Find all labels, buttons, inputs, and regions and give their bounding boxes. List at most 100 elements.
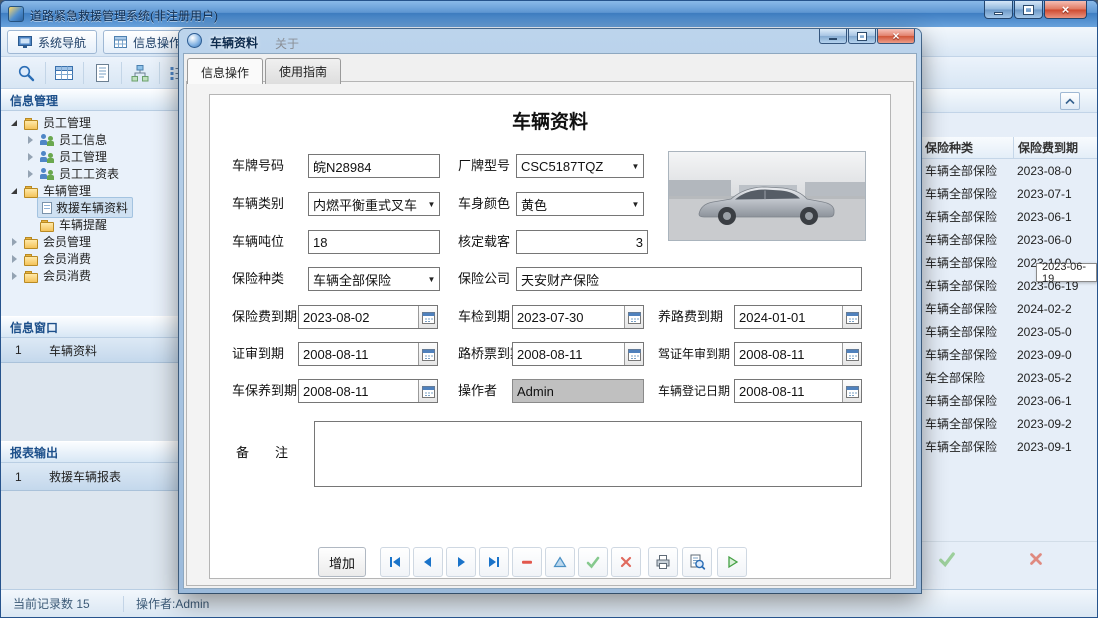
first-record-button[interactable] xyxy=(380,547,410,577)
minimize-button[interactable] xyxy=(984,1,1013,19)
next-record-button[interactable] xyxy=(446,547,476,577)
edit-record-button[interactable] xyxy=(545,547,575,577)
insurance-due-field[interactable] xyxy=(298,305,438,329)
cancel-button[interactable] xyxy=(611,547,641,577)
search-button[interactable] xyxy=(11,60,41,86)
close-button[interactable]: × xyxy=(1044,1,1087,19)
sidebar-section-info-header[interactable]: 信息管理 xyxy=(1,89,188,111)
calendar-icon[interactable] xyxy=(418,380,437,402)
tree-expander-icon[interactable] xyxy=(7,184,21,198)
remarks-textarea[interactable] xyxy=(314,421,862,487)
table-row[interactable]: 车辆全部保险2023-09-0 xyxy=(921,343,1098,366)
org-chart-button[interactable] xyxy=(125,60,155,86)
maximize-button[interactable] xyxy=(1014,1,1043,19)
tree-expander-icon[interactable] xyxy=(23,167,37,181)
last-record-button[interactable] xyxy=(479,547,509,577)
table-row[interactable]: 车辆全部保险2023-05-0 xyxy=(921,320,1098,343)
passengers-input[interactable] xyxy=(516,230,648,254)
run-button[interactable] xyxy=(717,547,747,577)
category-combo[interactable]: 内燃平衡重式叉车 ▼ xyxy=(308,192,440,216)
form-title: 车辆资料 xyxy=(210,107,890,134)
tree-expander-icon[interactable] xyxy=(7,252,21,266)
calendar-icon[interactable] xyxy=(418,343,437,365)
cert-due-input[interactable] xyxy=(299,347,418,362)
add-button[interactable]: 增加 xyxy=(318,547,366,577)
tree-item[interactable]: 会员消费 xyxy=(1,267,188,284)
plate-input[interactable] xyxy=(308,154,440,178)
vehicle-form: 车辆资料 车牌号码 厂牌型号 CSC5187TQZ ▼ xyxy=(209,94,891,579)
calendar-icon[interactable] xyxy=(624,343,643,365)
tonnage-input[interactable] xyxy=(308,230,440,254)
calendar-icon[interactable] xyxy=(842,306,861,328)
insurance-due-input[interactable] xyxy=(299,310,418,325)
insurance-company-input[interactable] xyxy=(516,267,862,291)
bridge-due-input[interactable] xyxy=(513,347,624,362)
chevron-down-icon[interactable]: ▼ xyxy=(628,200,643,209)
register-date-input[interactable] xyxy=(735,384,842,399)
calendar-icon[interactable] xyxy=(418,306,437,328)
model-combo[interactable]: CSC5187TQZ ▼ xyxy=(516,154,644,178)
insurance-type-combo[interactable]: 车辆全部保险 ▼ xyxy=(308,267,440,291)
tree-item-content[interactable]: 会员消费 xyxy=(21,265,96,286)
table-row[interactable]: 车辆全部保险2024-02-2 xyxy=(921,297,1098,320)
dialog-minimize-button[interactable] xyxy=(819,29,847,44)
cancel-button[interactable] xyxy=(1027,550,1045,571)
calendar-icon[interactable] xyxy=(842,343,861,365)
tree-expander-icon[interactable] xyxy=(23,150,37,164)
tab-info-operation[interactable]: 信息操作 xyxy=(187,58,263,84)
section-title: 报表输出 xyxy=(10,444,58,461)
table-row[interactable]: 车辆全部保险2023-06-1 xyxy=(921,389,1098,412)
maintain-due-input[interactable] xyxy=(299,384,418,399)
chevron-down-icon[interactable]: ▼ xyxy=(628,162,643,171)
chevron-down-icon[interactable]: ▼ xyxy=(424,275,439,284)
table-cell: 车辆全部保险 xyxy=(921,185,1013,202)
license-due-input[interactable] xyxy=(735,347,842,362)
dialog-maximize-button[interactable] xyxy=(848,29,876,44)
calendar-icon[interactable] xyxy=(842,380,861,402)
preview-button[interactable] xyxy=(682,547,712,577)
sidebar-section-reports-header[interactable]: 报表输出 xyxy=(1,441,188,463)
confirm-button[interactable] xyxy=(578,547,608,577)
report-item[interactable]: 1 救援车辆报表 xyxy=(1,463,188,491)
tab-user-guide[interactable]: 使用指南 xyxy=(265,58,341,84)
table-row[interactable]: 车辆全部保险2023-06-1 xyxy=(921,205,1098,228)
cert-due-field[interactable] xyxy=(298,342,438,366)
dialog-close-button[interactable]: × xyxy=(877,29,915,44)
road-fee-due-field[interactable] xyxy=(734,305,862,329)
column-header[interactable]: 保险种类 xyxy=(921,139,1013,156)
inspection-due-field[interactable] xyxy=(512,305,644,329)
print-button[interactable] xyxy=(648,547,678,577)
inspection-due-input[interactable] xyxy=(513,310,624,325)
tab-system-nav[interactable]: 系统导航 xyxy=(7,30,97,54)
license-due-field[interactable] xyxy=(734,342,862,366)
tree-expander-icon[interactable] xyxy=(7,269,21,283)
bridge-due-field[interactable] xyxy=(512,342,644,366)
table-row[interactable]: 车辆全部保险2023-08-0 xyxy=(921,159,1098,182)
menu-about[interactable]: 关于 xyxy=(275,35,299,52)
table-row[interactable]: 车辆全部保险2023-09-1 xyxy=(921,435,1098,458)
table-row[interactable]: 车辆全部保险2023-09-2 xyxy=(921,412,1098,435)
register-date-field[interactable] xyxy=(734,379,862,403)
delete-record-button[interactable] xyxy=(512,547,542,577)
table-view-button[interactable] xyxy=(49,60,79,86)
tree-expander-icon[interactable] xyxy=(23,133,37,147)
column-header[interactable]: 保险费到期 xyxy=(1013,137,1097,159)
dialog-titlebar[interactable]: 车辆资料 关于 × xyxy=(183,29,917,53)
info-window-item[interactable]: 1 车辆资料 xyxy=(1,338,188,363)
table-row[interactable]: 车辆全部保险2023-07-1 xyxy=(921,182,1098,205)
document-button[interactable] xyxy=(87,60,117,86)
table-row[interactable]: 车全部保险2023-05-2 xyxy=(921,366,1098,389)
calendar-icon[interactable] xyxy=(624,306,643,328)
color-combo[interactable]: 黄色 ▼ xyxy=(516,192,644,216)
maintain-due-field[interactable] xyxy=(298,379,438,403)
table-row[interactable]: 车辆全部保险2023-06-0 xyxy=(921,228,1098,251)
tree-expander-icon[interactable] xyxy=(7,235,21,249)
chevron-down-icon[interactable]: ▼ xyxy=(424,200,439,209)
sidebar-section-windows-header[interactable]: 信息窗口 xyxy=(1,316,188,338)
confirm-button[interactable] xyxy=(937,549,957,572)
prev-record-button[interactable] xyxy=(413,547,443,577)
toolbar-separator xyxy=(159,62,160,84)
tree-expander-icon[interactable] xyxy=(7,116,21,130)
road-fee-due-input[interactable] xyxy=(735,310,842,325)
collapse-panel-button[interactable] xyxy=(1060,92,1080,110)
